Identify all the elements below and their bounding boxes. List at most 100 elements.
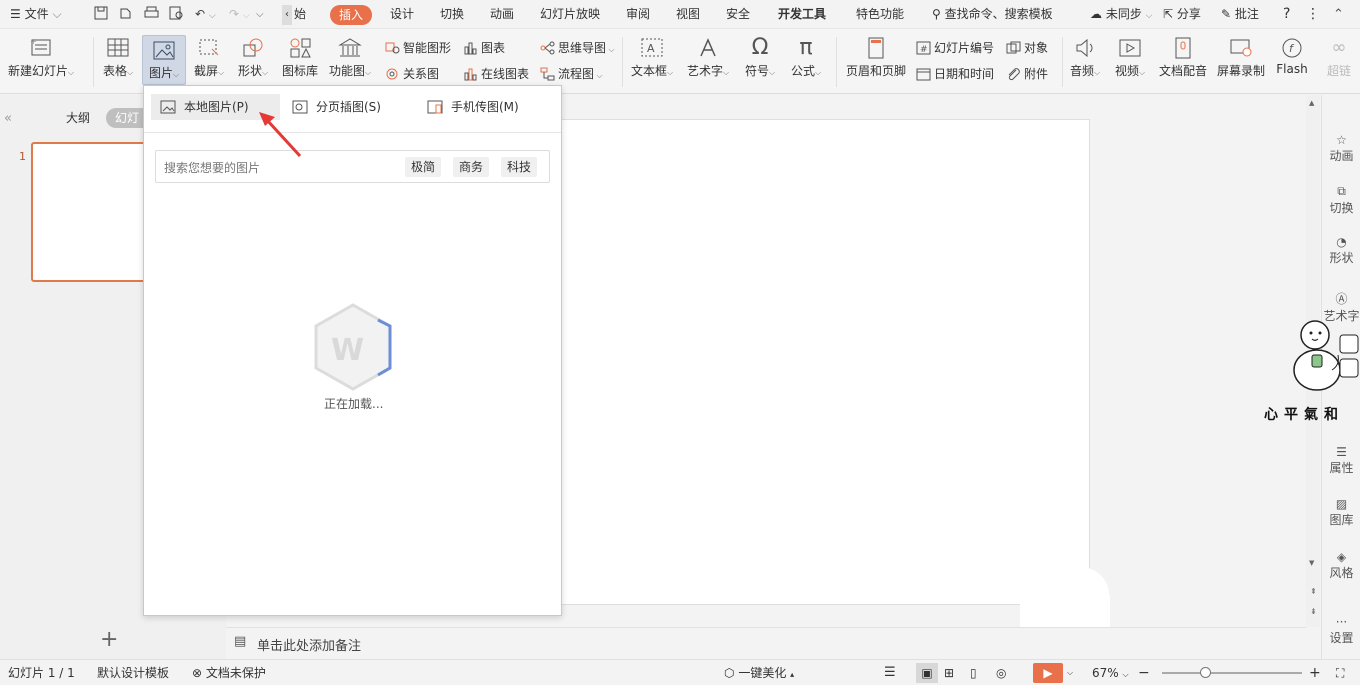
shape-button[interactable]: 形状⌵: [233, 37, 273, 79]
more-icon[interactable]: ⋮: [1306, 0, 1320, 29]
relation-chart-button[interactable]: 关系图: [385, 66, 439, 82]
beautify-button[interactable]: ⬡ 一键美化 ▴: [724, 660, 794, 685]
icon-library-button[interactable]: 图标库: [280, 37, 320, 79]
tab-design[interactable]: 设计: [390, 0, 414, 29]
play-options-icon[interactable]: ⌵: [1067, 660, 1073, 685]
scroll-down-icon[interactable]: ▼: [1309, 559, 1314, 567]
collapse-ribbon-icon[interactable]: ⌃: [1333, 0, 1344, 29]
tab-slides[interactable]: 幻灯: [106, 108, 146, 128]
fit-window-icon[interactable]: ⛶: [1336, 660, 1344, 685]
sidebar-gallery[interactable]: ▨ 图库: [1322, 497, 1360, 528]
scroll-up-icon[interactable]: ▲: [1309, 99, 1314, 107]
print-preview-icon[interactable]: [169, 0, 184, 29]
image-icon: [151, 40, 177, 62]
sidebar-animation[interactable]: ☆ 动画: [1322, 133, 1360, 164]
header-footer-button[interactable]: 页眉和页脚: [843, 37, 909, 79]
wordart-button[interactable]: 艺术字⌵: [683, 37, 733, 79]
video-button[interactable]: 视频⌵: [1110, 37, 1150, 79]
picture-button[interactable]: 图片⌵: [142, 35, 186, 85]
picture-search-input[interactable]: 搜索您想要的图片 极简 商务 科技: [155, 150, 550, 183]
slide-number-button[interactable]: # 幻灯片编号: [916, 40, 994, 56]
tag-minimal[interactable]: 极简: [405, 157, 442, 177]
zoom-slider-track[interactable]: [1162, 672, 1302, 674]
play-slideshow-button[interactable]: ▶: [1033, 663, 1063, 683]
tab-outline[interactable]: 大纲: [66, 109, 90, 126]
audio-button[interactable]: 音频⌵: [1066, 37, 1104, 79]
function-chart-icon: [337, 37, 363, 59]
prev-page-icon[interactable]: ⇞: [1310, 587, 1317, 596]
next-page-icon[interactable]: ⇟: [1310, 607, 1317, 616]
flash-button[interactable]: f Flash: [1272, 37, 1312, 76]
new-slide-button[interactable]: + 新建幻灯片⌵: [8, 37, 74, 79]
design-template[interactable]: 默认设计模板: [97, 660, 169, 685]
tab-review[interactable]: 审阅: [626, 0, 650, 29]
tab-view[interactable]: 视图: [676, 0, 700, 29]
tag-tech[interactable]: 科技: [501, 157, 538, 177]
datetime-button[interactable]: 日期和时间: [916, 66, 994, 82]
zoom-in-icon[interactable]: +: [1309, 660, 1321, 685]
object-button[interactable]: 对象: [1006, 40, 1048, 56]
flowchart-button[interactable]: 流程图 ⌵: [540, 66, 603, 84]
svg-text:#: #: [920, 45, 928, 55]
print-icon[interactable]: [144, 0, 159, 29]
tab-security[interactable]: 安全: [726, 0, 750, 29]
collapse-panel-icon[interactable]: «: [4, 111, 12, 126]
sidebar-style[interactable]: ◈ 风格: [1322, 550, 1360, 581]
tab-insert[interactable]: 插入: [330, 5, 373, 25]
tag-business[interactable]: 商务: [453, 157, 490, 177]
star-icon: ☆: [1336, 133, 1347, 147]
textbox-button[interactable]: A 文本框⌵: [627, 37, 677, 79]
protect-status[interactable]: ⊗ 文档未保护: [192, 660, 266, 685]
formula-button[interactable]: π 公式⌵: [786, 37, 826, 79]
slide-thumbnail[interactable]: [31, 142, 151, 282]
tab-special[interactable]: 特色功能: [856, 0, 904, 29]
tab-transition[interactable]: 切换: [440, 0, 464, 29]
share-button[interactable]: ⇱ 分享: [1163, 0, 1201, 29]
attachment-button[interactable]: 附件: [1006, 66, 1048, 82]
table-button[interactable]: 表格⌵: [98, 37, 138, 79]
online-chart-button[interactable]: 在线图表: [463, 66, 529, 82]
doc-dubbing-button[interactable]: 文档配音: [1156, 37, 1210, 79]
tab-home[interactable]: 开始: [294, 0, 316, 29]
hyperlink-button[interactable]: ∞ 超链: [1324, 37, 1354, 79]
sidebar-transition[interactable]: ⧉ 切换: [1322, 184, 1360, 216]
screenshot-button[interactable]: 截屏⌵: [189, 37, 229, 79]
help-icon[interactable]: ?: [1283, 0, 1290, 29]
undo-icon[interactable]: ↶ ⌵: [195, 0, 216, 29]
zoom-slider-thumb[interactable]: [1200, 667, 1211, 678]
slide-sorter-icon[interactable]: ⊞: [944, 660, 954, 685]
slide-canvas[interactable]: [556, 119, 1090, 605]
sync-status[interactable]: ☁ 未同步 ⌵: [1090, 0, 1153, 29]
share-icon: ⇱: [1163, 7, 1174, 21]
comment-button[interactable]: ✎ 批注: [1221, 0, 1259, 29]
function-chart-button[interactable]: 功能图⌵: [327, 37, 373, 79]
redo-icon[interactable]: ↷ ⌵: [229, 0, 250, 29]
mindmap-button[interactable]: 思维导图 ⌵: [540, 40, 615, 58]
phone-picture-tab[interactable]: 手机传图(M): [427, 94, 519, 120]
scroll-left-icon[interactable]: ‹: [282, 5, 292, 25]
sidebar-shape[interactable]: ◔ 形状: [1322, 235, 1360, 266]
add-slide-button[interactable]: +: [100, 627, 118, 652]
tab-slideshow[interactable]: 幻灯片放映: [540, 0, 600, 29]
normal-view-icon[interactable]: ▣: [916, 663, 938, 683]
save-icon[interactable]: [94, 0, 108, 29]
command-search[interactable]: ⚲ 查找命令、搜索模板: [932, 0, 1053, 29]
symbol-button[interactable]: Ω 符号⌵: [740, 37, 780, 79]
smart-shape-button[interactable]: 智能图形: [385, 40, 451, 56]
notes-pane[interactable]: ▤ 单击此处添加备注: [226, 627, 1306, 657]
sidebar-properties[interactable]: ☰ 属性: [1322, 445, 1360, 476]
tab-animation[interactable]: 动画: [490, 0, 514, 29]
tab-developer[interactable]: 开发工具: [778, 0, 826, 29]
quick-access-more-icon[interactable]: ⌵: [256, 0, 264, 29]
presenter-view-icon[interactable]: ◎: [996, 660, 1006, 685]
file-menu[interactable]: ☰ 文件 ⌵: [10, 0, 62, 29]
reading-view-icon[interactable]: ▯: [970, 660, 977, 685]
chart-button[interactable]: 图表: [463, 40, 505, 56]
screen-record-button[interactable]: 屏幕录制: [1214, 37, 1268, 79]
zoom-out-icon[interactable]: −: [1138, 660, 1150, 685]
zoom-level[interactable]: 67% ⌵: [1092, 660, 1129, 685]
cloud-save-icon[interactable]: [118, 0, 132, 29]
object-icon: [1006, 41, 1024, 55]
notes-toggle-icon[interactable]: ☰: [884, 660, 896, 685]
sidebar-settings[interactable]: ··· 设置: [1322, 615, 1360, 646]
